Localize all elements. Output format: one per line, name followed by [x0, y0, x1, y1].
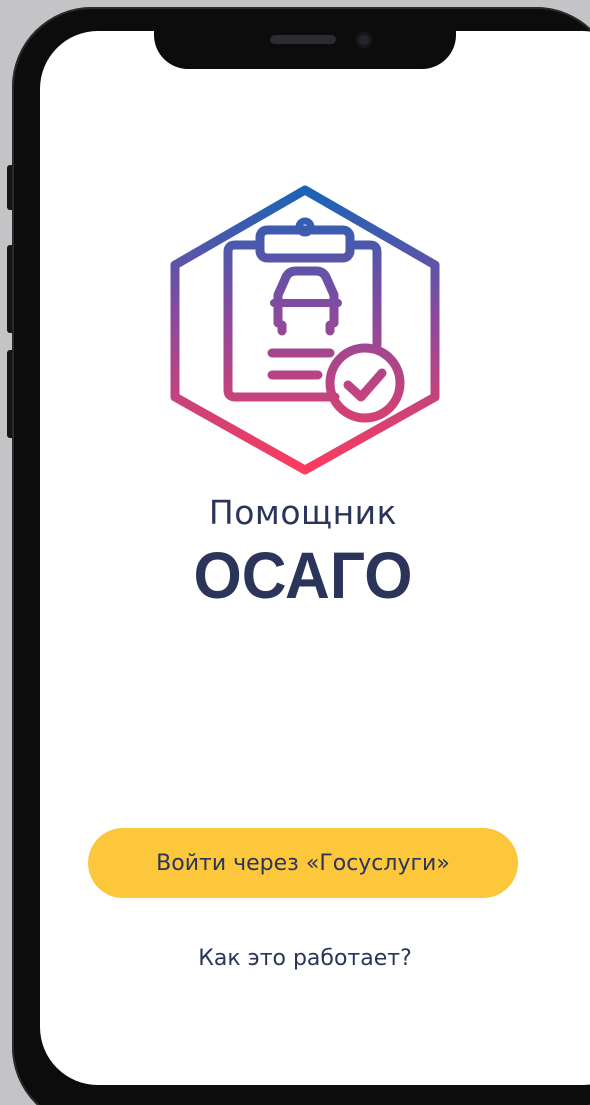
- device-mockup: Помощник ОСАГО Войти через «Госуслуги» К…: [0, 0, 590, 1105]
- check-mark: [343, 368, 387, 402]
- gosuslugi-login-button[interactable]: Войти через «Госуслуги»: [88, 828, 518, 898]
- check-circle: [325, 343, 405, 423]
- clipboard-car-check-icon: [170, 185, 440, 475]
- car-body: [273, 266, 339, 328]
- document-lines: [267, 348, 335, 380]
- how-it-works-link[interactable]: Как это работает?: [160, 946, 450, 971]
- brand-title: ОСАГО: [193, 538, 413, 612]
- clipboard-board-right: [350, 240, 382, 350]
- brand-subtitle: Помощник: [208, 493, 398, 532]
- front-camera: [356, 32, 372, 48]
- car-wheels: [277, 320, 335, 336]
- speaker-grille: [270, 35, 336, 44]
